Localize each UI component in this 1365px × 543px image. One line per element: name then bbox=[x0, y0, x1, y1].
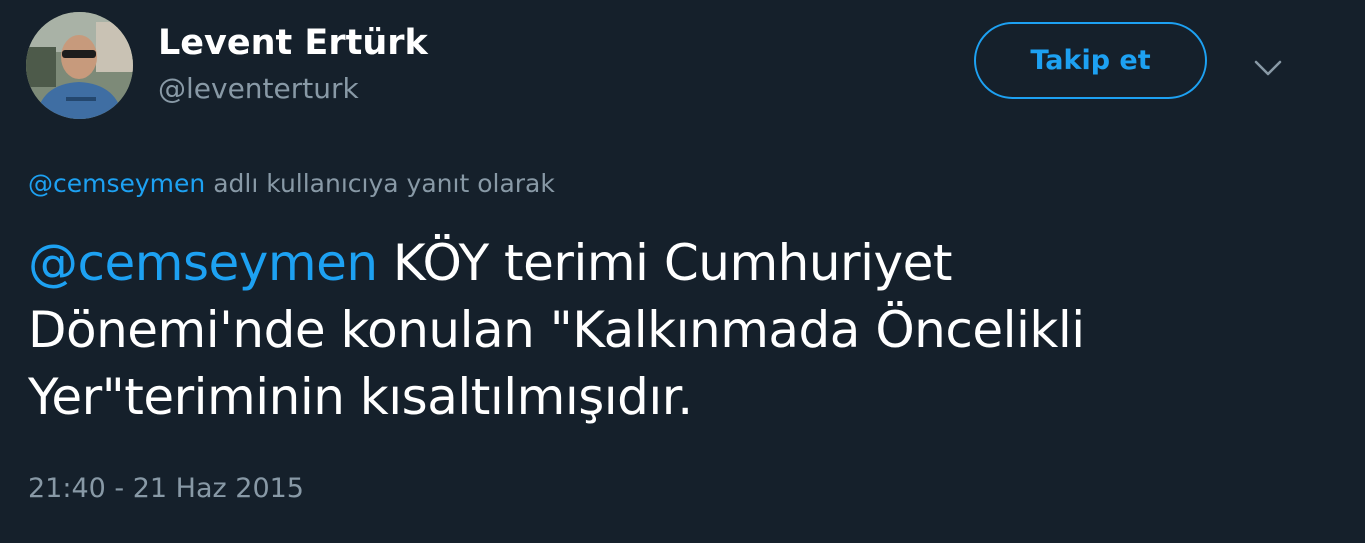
tweet-text: @cemseymen KÖY terimi Cumhuriyet Dönemi'… bbox=[28, 230, 1318, 431]
tweet-mention-link[interactable]: @cemseymen bbox=[28, 234, 378, 292]
user-handle[interactable]: @leventerturk bbox=[158, 70, 428, 108]
reply-context-text: adlı kullanıcıya yanıt olarak bbox=[205, 169, 555, 198]
user-names: Levent Ertürk @leventerturk bbox=[158, 22, 428, 108]
tweet-text-line-3: Yer"teriminin kısaltılmışıdır. bbox=[28, 368, 693, 426]
display-name[interactable]: Levent Ertürk bbox=[158, 22, 428, 64]
tweet-body-line-1: KÖY terimi Cumhuriyet bbox=[377, 234, 953, 292]
reply-context: @cemseymen adlı kullanıcıya yanıt olarak bbox=[28, 166, 555, 202]
tweet-text-line-2: Dönemi'nde konulan "Kalkınmada Öncelikli bbox=[28, 301, 1085, 359]
avatar[interactable] bbox=[26, 12, 133, 119]
follow-button[interactable]: Takip et bbox=[974, 22, 1207, 99]
reply-mention-link[interactable]: @cemseymen bbox=[28, 169, 205, 198]
tweet-card: Levent Ertürk @leventerturk Takip et @ce… bbox=[0, 0, 1365, 543]
chevron-down-icon[interactable] bbox=[1252, 52, 1284, 84]
tweet-timestamp[interactable]: 21:40 - 21 Haz 2015 bbox=[28, 470, 304, 508]
user-avatar-photo-icon bbox=[26, 12, 133, 119]
tweet-header: Levent Ertürk @leventerturk Takip et bbox=[26, 12, 1316, 122]
tweet-text-line-1: @cemseymen KÖY terimi Cumhuriyet bbox=[28, 230, 1318, 297]
